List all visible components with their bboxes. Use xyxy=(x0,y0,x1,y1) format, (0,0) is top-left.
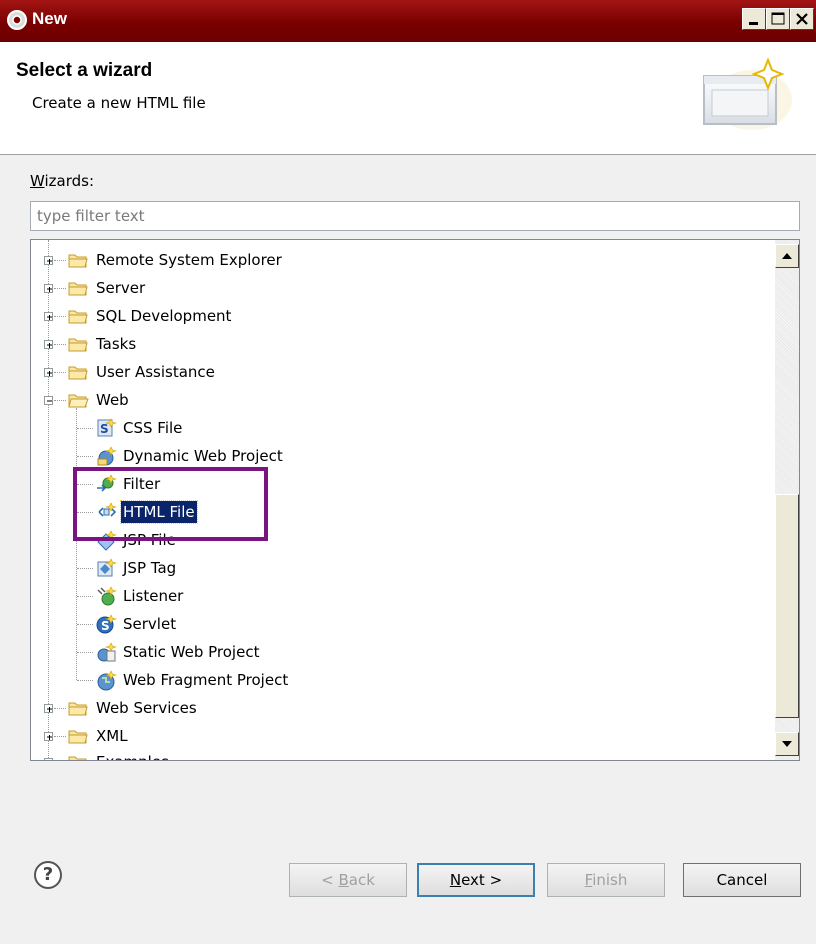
scroll-up-button[interactable] xyxy=(775,244,799,268)
expand-icon[interactable] xyxy=(44,758,53,760)
tree-item-xml[interactable]: XML xyxy=(31,722,771,750)
folder-icon xyxy=(68,282,88,296)
tree-item-web[interactable]: Web xyxy=(31,386,771,414)
tree-item-label: Web Services xyxy=(96,699,197,717)
expand-icon[interactable] xyxy=(44,704,53,713)
servlet-icon: S xyxy=(96,614,117,634)
folder-icon xyxy=(68,254,88,268)
tree-item-label: Server xyxy=(96,279,146,297)
tree-item-label: Web xyxy=(96,391,129,409)
tree-item-examples[interactable]: Examples xyxy=(31,748,771,760)
folder-icon xyxy=(68,366,88,380)
tree-item-label: Web Fragment Project xyxy=(123,671,289,689)
wizard-gear-icon xyxy=(7,10,27,30)
tree-item-tasks[interactable]: Tasks xyxy=(31,330,771,358)
page-title: Select a wizard xyxy=(16,60,153,81)
tree-item-label: Servlet xyxy=(123,615,177,633)
wizard-header: Select a wizard Create a new HTML file xyxy=(0,42,816,155)
tree-item-listener[interactable]: Listener xyxy=(31,582,771,610)
scroll-down-button[interactable] xyxy=(775,732,799,756)
tree-item-web-fragment-project[interactable]: Web Fragment Project xyxy=(31,666,771,694)
expand-icon[interactable] xyxy=(44,284,53,293)
window-title: New xyxy=(32,9,67,28)
finish-button[interactable]: Finish xyxy=(547,863,665,897)
tree-item-label: JSP Tag xyxy=(123,559,177,577)
close-icon xyxy=(796,13,808,25)
title-bar[interactable]: New xyxy=(0,0,816,42)
arrow-down-icon xyxy=(782,741,792,747)
tree-item-label: Static Web Project xyxy=(123,643,260,661)
collapse-icon[interactable] xyxy=(44,396,53,405)
tree-item-label: Listener xyxy=(123,587,184,605)
maximize-icon xyxy=(771,12,785,25)
vertical-scrollbar[interactable] xyxy=(775,240,799,760)
tree-item-user-assistance[interactable]: User Assistance xyxy=(31,358,771,386)
close-window-button[interactable] xyxy=(790,8,814,30)
expand-icon[interactable] xyxy=(44,312,53,321)
page-description: Create a new HTML file xyxy=(32,94,206,112)
tree-item-web-services[interactable]: Web Services xyxy=(31,694,771,722)
back-button[interactable]: < Back xyxy=(289,863,407,897)
scrollbar-thumb[interactable] xyxy=(775,494,799,718)
static-project-icon xyxy=(97,642,117,662)
tree-item-server[interactable]: Server xyxy=(31,274,771,302)
tree-item-static-web-project[interactable]: Static Web Project xyxy=(31,638,771,666)
tree-item-label: Dynamic Web Project xyxy=(123,447,283,465)
highlight-box xyxy=(73,467,268,541)
expand-icon[interactable] xyxy=(44,368,53,377)
folder-open-icon xyxy=(68,394,89,408)
tree-item-jsp-tag[interactable]: JSP Tag xyxy=(31,554,771,582)
expand-icon[interactable] xyxy=(44,340,53,349)
tree-item-sql-development[interactable]: SQL Development xyxy=(31,302,771,330)
next-button[interactable]: Next > xyxy=(417,863,535,897)
jsp-tag-icon xyxy=(97,558,117,577)
tree-item-label: XML xyxy=(96,727,128,745)
folder-icon xyxy=(68,338,88,352)
tree-item-css-file[interactable]: S CSS File xyxy=(31,414,771,442)
folder-icon xyxy=(68,756,87,760)
tree-item-label: CSS File xyxy=(123,419,183,437)
tree-item-label: SQL Development xyxy=(96,307,232,325)
svg-text:S: S xyxy=(101,619,110,633)
filter-input[interactable] xyxy=(30,201,800,231)
tree-item-label: Remote System Explorer xyxy=(96,251,282,269)
fragment-project-icon xyxy=(97,670,117,691)
svg-text:S: S xyxy=(100,422,109,436)
folder-icon xyxy=(68,702,88,716)
web-project-icon xyxy=(97,446,117,466)
tree-item-servlet[interactable]: S Servlet xyxy=(31,610,771,638)
tree-item-remote-system-explorer[interactable]: Remote System Explorer xyxy=(31,246,771,274)
wizards-label: Wizards: xyxy=(30,172,95,190)
minimize-button[interactable] xyxy=(742,8,766,30)
minimize-icon xyxy=(749,22,758,25)
arrow-up-icon xyxy=(782,253,792,259)
tree-item-label: User Assistance xyxy=(96,363,215,381)
listener-icon xyxy=(97,586,117,606)
tree-item-dynamic-web-project[interactable]: Dynamic Web Project xyxy=(31,442,771,470)
tree-item-label: Tasks xyxy=(96,335,137,353)
help-button[interactable]: ? xyxy=(34,861,62,889)
cancel-button[interactable]: Cancel xyxy=(683,863,801,897)
expand-icon[interactable] xyxy=(44,732,53,741)
folder-icon xyxy=(68,310,88,324)
tree-item-label: Examples xyxy=(96,748,169,760)
new-wizard-dialog: New Select a wizard Create a new HTML fi… xyxy=(0,0,816,944)
folder-icon xyxy=(68,730,88,744)
new-file-wizard-icon xyxy=(703,57,792,130)
expand-icon[interactable] xyxy=(44,256,53,265)
css-file-icon: S xyxy=(97,418,117,437)
maximize-button[interactable] xyxy=(766,8,790,30)
